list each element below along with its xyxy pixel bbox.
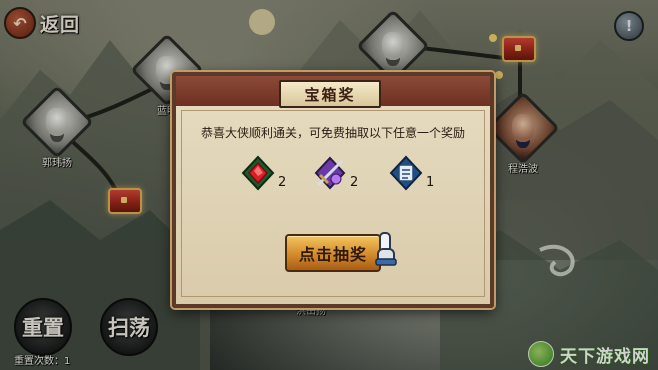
red-gem-icon xyxy=(241,155,275,191)
dialog-message: 恭喜大侠顺利通关，可免费抽取以下任意一个奖励 xyxy=(200,126,465,140)
treasure-dialog: 宝箱奖 恭喜大侠顺利通关，可免费抽取以下任意一个奖励 2 2 1 点击抽奖 xyxy=(172,72,494,308)
reward-item-2[interactable]: 2 xyxy=(308,155,368,199)
sword-gem-icon xyxy=(314,156,346,190)
draw-prize-label: 点击抽奖 xyxy=(298,245,367,264)
reward-item-1[interactable]: 2 xyxy=(236,155,296,199)
reward-count: 2 xyxy=(278,175,287,190)
pointing-hand-icon xyxy=(375,232,397,266)
dialog-title: 宝箱奖 xyxy=(279,80,381,108)
reward-count: 2 xyxy=(350,175,359,190)
reward-item-3[interactable]: 1 xyxy=(384,155,444,199)
reward-count: 1 xyxy=(426,175,435,190)
scroll-icon xyxy=(389,155,423,191)
draw-prize-button[interactable]: 点击抽奖 xyxy=(285,234,381,272)
